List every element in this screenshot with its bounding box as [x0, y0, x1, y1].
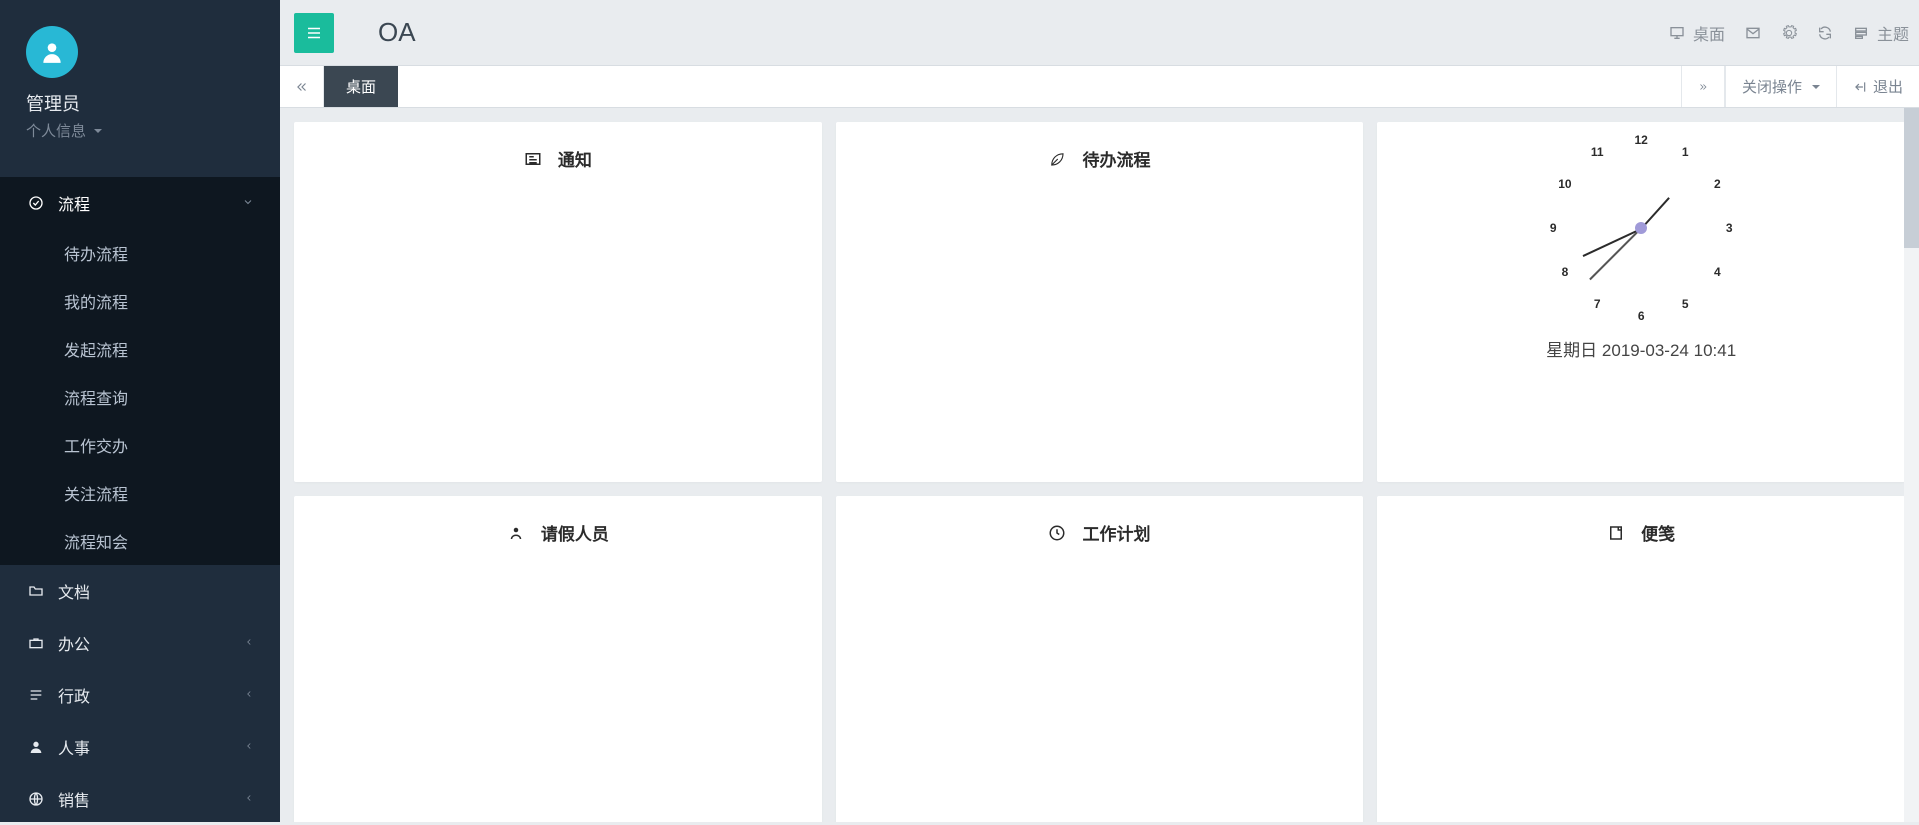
- clock-minute-hand: [1583, 228, 1642, 257]
- sidebar-menu: 流程 待办流程 我的流程 发起流程 流程查询 工作交办 关注流程 流程知会: [0, 177, 280, 825]
- scrollbar-thumb[interactable]: [1904, 108, 1919, 248]
- menu-group-admin: 行政: [0, 669, 280, 721]
- folder-icon: [26, 583, 46, 599]
- sidebar-item-start-flow[interactable]: 发起流程: [0, 325, 280, 373]
- dashboard-content: 通知 待办流程 123456789101112 星期日: [280, 108, 1919, 822]
- clock-number: 7: [1594, 297, 1601, 311]
- clock-number: 12: [1634, 133, 1647, 147]
- note-icon: [1607, 524, 1625, 542]
- topbar: OA 桌面 主题: [280, 0, 1919, 66]
- sidebar-item-assign-work[interactable]: 工作交办: [0, 421, 280, 469]
- palette-icon: [1853, 25, 1869, 41]
- news-icon: [524, 150, 542, 168]
- analog-clock: 123456789101112: [1541, 128, 1741, 328]
- sidebar-item-my-flow[interactable]: 我的流程: [0, 277, 280, 325]
- tab-scroll-next[interactable]: [1681, 66, 1725, 107]
- card-todo-flow: 待办流程: [836, 122, 1364, 482]
- hamburger-icon: [305, 24, 323, 42]
- refresh-icon[interactable]: [1817, 25, 1833, 41]
- sidebar-item-notify-flow[interactable]: 流程知会: [0, 517, 280, 565]
- clock-knob: [1635, 222, 1647, 234]
- topbar-desktop[interactable]: 桌面: [1669, 21, 1725, 45]
- chevron-left-icon: [244, 740, 254, 754]
- chevron-left-icon: [244, 792, 254, 806]
- card-work-plan: 工作计划: [836, 496, 1364, 822]
- clock-number: 9: [1550, 221, 1557, 235]
- card-notice: 通知: [294, 122, 822, 482]
- tab-row: 桌面 关闭操作 退出: [280, 66, 1919, 108]
- menu-group-sales: 销售: [0, 773, 280, 825]
- gear-icon[interactable]: [1781, 25, 1797, 41]
- leaf-icon: [1048, 150, 1066, 168]
- clock-number: 4: [1714, 265, 1721, 279]
- monitor-icon: [1669, 25, 1685, 41]
- scrollbar[interactable]: [1904, 108, 1919, 822]
- double-chevron-left-icon: [295, 80, 309, 94]
- person-icon: [26, 739, 46, 755]
- card-leave-person: 请假人员: [294, 496, 822, 822]
- clock-second-hand: [1590, 228, 1642, 280]
- person-pin-icon: [507, 524, 525, 542]
- card-note: 便笺: [1377, 496, 1905, 822]
- clock-label: 星期日 2019-03-24 10:41: [1546, 336, 1736, 361]
- tab-close-ops[interactable]: 关闭操作: [1725, 66, 1836, 107]
- chevron-down-icon: [242, 196, 254, 211]
- menu-head-sales[interactable]: 销售: [0, 773, 280, 825]
- sidebar-item-query-flow[interactable]: 流程查询: [0, 373, 280, 421]
- menu-group-flow: 流程 待办流程 我的流程 发起流程 流程查询 工作交办 关注流程 流程知会: [0, 177, 280, 565]
- user-info-dropdown[interactable]: 个人信息: [26, 120, 280, 141]
- clock-number: 1: [1682, 145, 1689, 159]
- sidebar-item-todo-flow[interactable]: 待办流程: [0, 229, 280, 277]
- menu-group-hr: 人事: [0, 721, 280, 773]
- avatar[interactable]: [26, 26, 78, 78]
- card-clock: 123456789101112 星期日 2019-03-24 10:41: [1377, 122, 1905, 482]
- sidebar: 管理员 个人信息 流程 待办流程 我的流: [0, 0, 280, 822]
- check-circle-icon: [26, 195, 46, 211]
- clock-number: 5: [1682, 297, 1689, 311]
- globe-icon: [26, 791, 46, 807]
- menu-toggle-button[interactable]: [294, 13, 334, 53]
- topbar-right: 桌面 主题: [1669, 21, 1909, 45]
- tab-desktop[interactable]: 桌面: [324, 66, 398, 107]
- clock-number: 10: [1558, 177, 1571, 191]
- user-icon: [39, 39, 65, 65]
- tab-scroll-prev[interactable]: [280, 66, 324, 107]
- tab-logout[interactable]: 退出: [1836, 66, 1919, 107]
- menu-head-hr[interactable]: 人事: [0, 721, 280, 773]
- main-area: OA 桌面 主题 桌面: [280, 0, 1919, 822]
- clock-number: 3: [1726, 221, 1733, 235]
- menu-group-doc: 文档: [0, 565, 280, 617]
- menu-head-flow[interactable]: 流程: [0, 177, 280, 229]
- menu-head-admin[interactable]: 行政: [0, 669, 280, 721]
- chevron-left-icon: [244, 636, 254, 650]
- mail-icon[interactable]: [1745, 25, 1761, 41]
- briefcase-icon: [26, 635, 46, 651]
- double-chevron-right-icon: [1698, 80, 1708, 94]
- clock-number: 2: [1714, 177, 1721, 191]
- brand-title: OA: [378, 17, 416, 48]
- clock-number: 6: [1638, 309, 1645, 323]
- list-icon: [26, 687, 46, 703]
- menu-sub-flow: 待办流程 我的流程 发起流程 流程查询 工作交办 关注流程 流程知会: [0, 229, 280, 565]
- chevron-left-icon: [244, 688, 254, 702]
- menu-head-doc[interactable]: 文档: [0, 565, 280, 617]
- sidebar-item-follow-flow[interactable]: 关注流程: [0, 469, 280, 517]
- user-name: 管理员: [26, 90, 280, 116]
- logout-icon: [1853, 80, 1867, 94]
- clock-icon: [1048, 524, 1066, 542]
- clock-number: 8: [1562, 265, 1569, 279]
- menu-head-office[interactable]: 办公: [0, 617, 280, 669]
- topbar-theme[interactable]: 主题: [1853, 21, 1909, 45]
- user-block: 管理员 个人信息: [0, 0, 280, 159]
- clock-number: 11: [1591, 145, 1604, 159]
- menu-group-office: 办公: [0, 617, 280, 669]
